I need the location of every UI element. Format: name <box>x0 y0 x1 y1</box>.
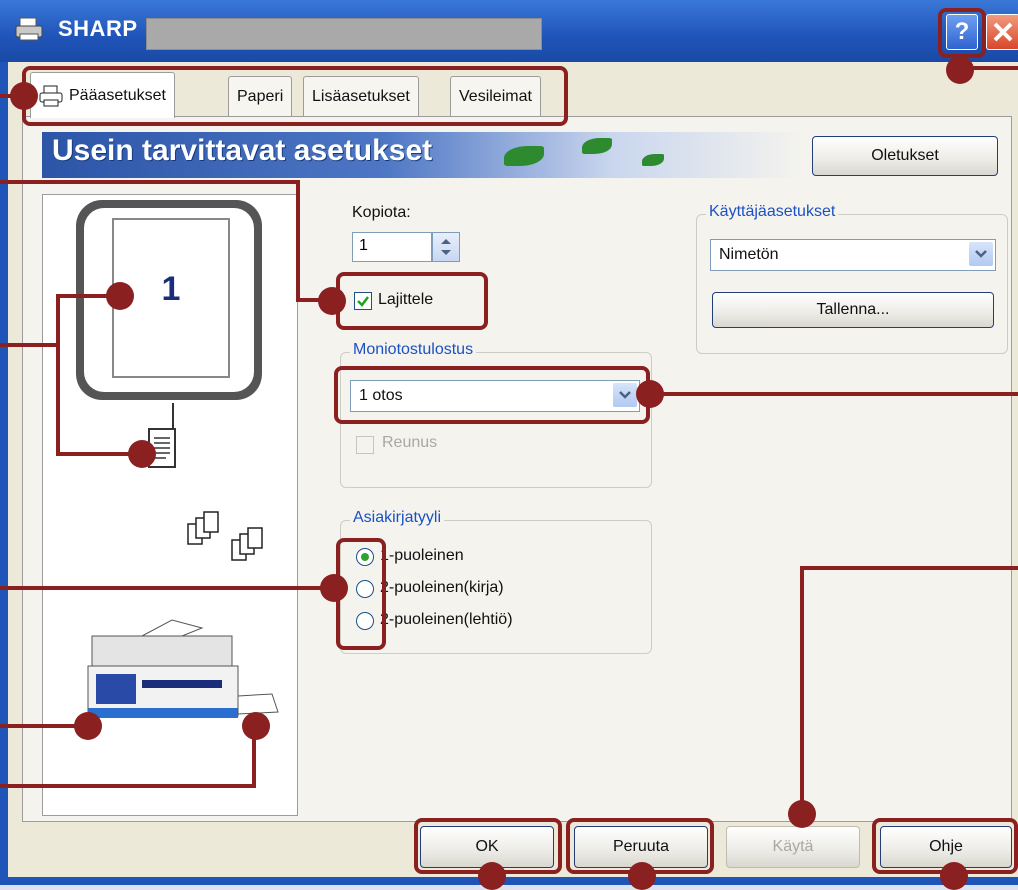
annotation-box <box>334 366 650 424</box>
annotation-line <box>0 724 76 728</box>
border-label: Reunus <box>382 434 438 451</box>
user-settings-group <box>696 214 1008 354</box>
banner-title: Usein tarvittavat asetukset <box>52 134 433 167</box>
preview-connector <box>172 403 174 430</box>
annotation-line <box>0 784 256 788</box>
annotation-line <box>662 392 1018 396</box>
leaf-decoration <box>504 146 544 166</box>
annotation-box <box>336 272 488 330</box>
annotation-line <box>800 566 1018 570</box>
annotation-marker <box>946 56 974 84</box>
annotation-line <box>0 586 324 590</box>
two-sided-book-label: 2-puoleinen(kirja) <box>380 579 504 596</box>
user-settings-value: Nimetön <box>719 246 779 263</box>
annotation-line <box>56 294 60 456</box>
window-border-bottom <box>0 877 1018 885</box>
annotation-line <box>252 738 256 788</box>
annotation-marker <box>940 862 968 890</box>
two-sided-tablet-label: 2-puoleinen(lehtiö) <box>380 611 513 628</box>
annotation-line <box>56 452 130 456</box>
nup-label: Moniotostulostus <box>350 341 477 359</box>
annotation-line <box>0 343 60 347</box>
annotation-marker <box>10 82 38 110</box>
leaf-decoration <box>642 154 664 166</box>
copies-label: Kopiota: <box>352 204 411 221</box>
user-settings-select[interactable]: Nimetön <box>710 239 996 271</box>
chevron-down-icon <box>969 242 993 266</box>
apply-button[interactable]: Käytä <box>726 826 860 868</box>
annotation-line <box>0 94 12 98</box>
leaf-decoration <box>582 138 612 154</box>
close-icon <box>993 22 1013 42</box>
annotation-marker <box>242 712 270 740</box>
annotation-marker <box>128 440 156 468</box>
one-sided-label: 1-puoleinen <box>380 547 464 564</box>
annotation-line <box>800 566 804 802</box>
annotation-marker <box>106 282 134 310</box>
annotation-marker <box>636 380 664 408</box>
annotation-line <box>0 180 300 184</box>
window-title: SHARP <box>58 16 138 41</box>
annotation-marker <box>318 287 346 315</box>
copier-machine-icon <box>87 619 279 718</box>
annotation-marker <box>74 712 102 740</box>
copies-stepper[interactable] <box>432 232 460 262</box>
document-style-label: Asiakirjatyyli <box>350 509 445 527</box>
annotation-marker <box>478 862 506 890</box>
user-settings-label: Käyttäjäasetukset <box>706 203 839 221</box>
border-checkbox[interactable] <box>356 436 374 454</box>
annotation-line <box>296 180 300 302</box>
annotation-line <box>972 66 1018 70</box>
annotation-marker <box>628 862 656 890</box>
annotation-line <box>56 294 108 298</box>
spin-arrows-icon <box>441 239 451 255</box>
annotation-box <box>938 8 986 58</box>
title-redacted-field <box>146 18 542 50</box>
collated-sets-icon <box>187 511 263 561</box>
copies-input[interactable]: 1 <box>352 232 432 262</box>
printer-icon <box>15 17 43 41</box>
annotation-marker <box>320 574 348 602</box>
save-settings-button[interactable]: Tallenna... <box>712 292 994 328</box>
annotation-marker <box>788 800 816 828</box>
annotation-line <box>296 298 322 302</box>
defaults-button[interactable]: Oletukset <box>812 136 998 176</box>
annotation-box <box>22 66 568 126</box>
window-border-left <box>0 62 8 885</box>
close-button[interactable] <box>986 14 1018 50</box>
